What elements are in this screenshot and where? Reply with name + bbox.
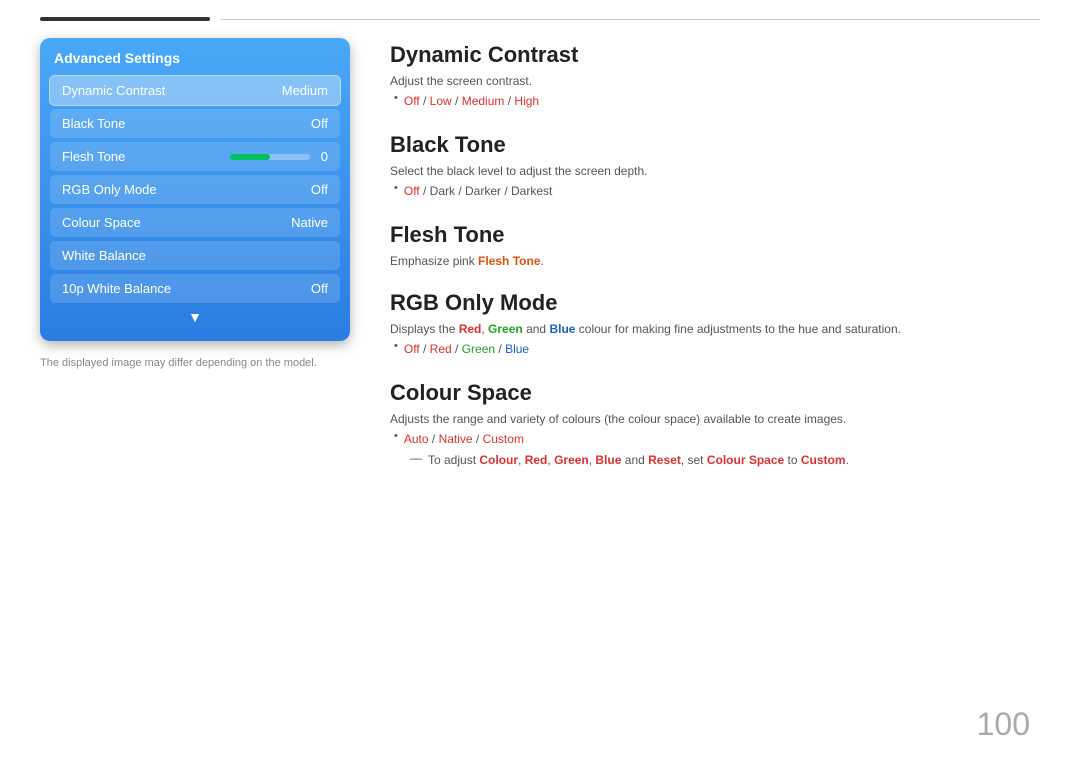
reset-label: Reset: [648, 453, 681, 467]
menu-item-colour-space[interactable]: Colour Space Native: [50, 208, 340, 237]
menu-item-value: Off: [311, 182, 328, 197]
sub-bullet-colour-space: — To adjust Colour, Red, Green, Blue and…: [410, 451, 1040, 469]
top-border: [0, 10, 1080, 28]
option-low: Low: [430, 94, 452, 108]
blue-label2: Blue: [595, 453, 621, 467]
page-number: 100: [977, 706, 1030, 743]
option-blue: Blue: [505, 342, 529, 356]
bullet-line-black-tone: • Off / Dark / Darker / Darkest: [394, 182, 1040, 200]
section-desc-dynamic-contrast: Adjust the screen contrast.: [390, 74, 1040, 88]
section-title-colour-space: Colour Space: [390, 380, 1040, 406]
menu-item-label: Black Tone: [62, 116, 125, 131]
colour-label: Colour: [479, 453, 518, 467]
dynamic-contrast-options: Off / Low / Medium / High: [404, 92, 539, 110]
section-dynamic-contrast: Dynamic Contrast Adjust the screen contr…: [390, 42, 1040, 110]
slider-value: 0: [316, 149, 328, 164]
black-tone-options: Off / Dark / Darker / Darkest: [404, 182, 553, 200]
blue-label: Blue: [549, 322, 575, 336]
bullet-line-dynamic-contrast: • Off / Low / Medium / High: [394, 92, 1040, 110]
slider-track: [230, 154, 310, 160]
em-dash: —: [410, 451, 422, 465]
menu-item-label: Dynamic Contrast: [62, 83, 165, 98]
menu-item-label: White Balance: [62, 248, 146, 263]
chevron-down-icon: ▼: [188, 309, 202, 325]
flesh-tone-highlight: Flesh Tone: [478, 254, 540, 268]
flesh-tone-label: Flesh Tone: [62, 149, 125, 164]
green-label: Green: [488, 322, 523, 336]
top-border-dark: [40, 17, 210, 21]
option-off: Off: [404, 184, 420, 198]
option-auto: Auto: [404, 432, 429, 446]
menu-item-white-balance[interactable]: White Balance: [50, 241, 340, 270]
section-flesh-tone: Flesh Tone Emphasize pink Flesh Tone.: [390, 222, 1040, 268]
section-black-tone: Black Tone Select the black level to adj…: [390, 132, 1040, 200]
menu-item-dynamic-contrast[interactable]: Dynamic Contrast Medium: [50, 76, 340, 105]
section-colour-space: Colour Space Adjusts the range and varie…: [390, 380, 1040, 469]
note-text: The displayed image may differ depending…: [40, 357, 350, 369]
section-title-black-tone: Black Tone: [390, 132, 1040, 158]
rgb-options: Off / Red / Green / Blue: [404, 340, 529, 358]
main-layout: Advanced Settings Dynamic Contrast Mediu…: [0, 28, 1080, 763]
advanced-settings-title: Advanced Settings: [50, 50, 340, 66]
advanced-settings-box: Advanced Settings Dynamic Contrast Mediu…: [40, 38, 350, 341]
green-label2: Green: [554, 453, 589, 467]
option-red: Red: [430, 342, 452, 356]
menu-item-label: Colour Space: [62, 215, 141, 230]
arrow-down-container: ▼: [50, 309, 340, 327]
menu-item-10p-white-balance[interactable]: 10p White Balance Off: [50, 274, 340, 303]
flesh-tone-slider-area: 0: [230, 149, 328, 164]
menu-item-value: Medium: [282, 83, 328, 98]
section-desc-colour-space: Adjusts the range and variety of colours…: [390, 412, 1040, 426]
section-rgb-only-mode: RGB Only Mode Displays the Red, Green an…: [390, 290, 1040, 358]
section-desc-black-tone: Select the black level to adjust the scr…: [390, 164, 1040, 178]
menu-item-label: 10p White Balance: [62, 281, 171, 296]
colour-space-label2: Colour Space: [707, 453, 784, 467]
menu-item-label: RGB Only Mode: [62, 182, 157, 197]
red-label: Red: [459, 322, 482, 336]
section-desc-rgb-only-mode: Displays the Red, Green and Blue colour …: [390, 322, 1040, 336]
option-medium: Medium: [462, 94, 505, 108]
section-title-flesh-tone: Flesh Tone: [390, 222, 1040, 248]
menu-item-black-tone[interactable]: Black Tone Off: [50, 109, 340, 138]
menu-item-value: Off: [311, 281, 328, 296]
bullet-icon: •: [394, 340, 398, 352]
option-off: Off: [404, 342, 420, 356]
left-panel: Advanced Settings Dynamic Contrast Mediu…: [40, 38, 350, 743]
menu-item-rgb-only-mode[interactable]: RGB Only Mode Off: [50, 175, 340, 204]
option-custom: Custom: [483, 432, 524, 446]
section-title-dynamic-contrast: Dynamic Contrast: [390, 42, 1040, 68]
section-desc-flesh-tone: Emphasize pink Flesh Tone.: [390, 254, 1040, 268]
section-title-rgb-only-mode: RGB Only Mode: [390, 290, 1040, 316]
menu-item-value: Native: [291, 215, 328, 230]
option-off: Off: [404, 94, 420, 108]
colour-space-sub-note: To adjust Colour, Red, Green, Blue and R…: [428, 451, 849, 469]
top-border-light: [220, 19, 1040, 20]
bullet-line-colour-space: • Auto / Native / Custom: [394, 430, 1040, 448]
bullet-icon: •: [394, 92, 398, 104]
red-label2: Red: [525, 453, 548, 467]
colour-space-options: Auto / Native / Custom: [404, 430, 524, 448]
menu-item-flesh-tone[interactable]: Flesh Tone 0: [50, 142, 340, 171]
custom-label: Custom: [801, 453, 846, 467]
option-native: Native: [439, 432, 473, 446]
option-high: High: [514, 94, 539, 108]
slider-fill: [230, 154, 270, 160]
bullet-icon: •: [394, 430, 398, 442]
bullet-line-rgb-only-mode: • Off / Red / Green / Blue: [394, 340, 1040, 358]
menu-item-value: Off: [311, 116, 328, 131]
bullet-icon: •: [394, 182, 398, 194]
right-panel: Dynamic Contrast Adjust the screen contr…: [390, 38, 1040, 743]
option-green: Green: [462, 342, 495, 356]
